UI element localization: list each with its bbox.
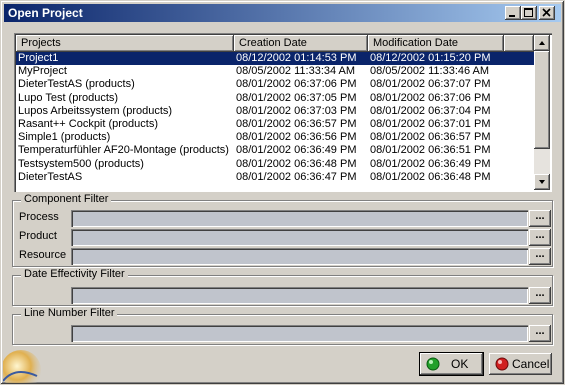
ok-label: OK (451, 357, 469, 371)
column-header-empty (504, 35, 534, 52)
table-row[interactable]: DieterTestAS (products) 08/01/2002 06:37:… (16, 78, 534, 91)
modification-date-cell: 08/05/2002 11:33:46 AM (370, 65, 490, 78)
line-number-field[interactable] (71, 325, 528, 342)
column-header-projects[interactable]: Projects (16, 35, 234, 52)
table-row[interactable]: Testsystem500 (products) 08/01/2002 06:36… (16, 158, 534, 171)
red-dot-icon (495, 357, 509, 371)
process-field[interactable] (71, 210, 528, 227)
line-number-browse-button[interactable]: ... (529, 325, 551, 342)
window-title: Open Project (8, 6, 83, 20)
cancel-button[interactable]: Cancel (489, 353, 552, 375)
close-icon (542, 8, 551, 17)
catia-logo-icon (3, 350, 41, 383)
project-name-cell: Rasant++ Cockpit (products) (18, 117, 159, 130)
maximize-button[interactable] (521, 6, 537, 20)
creation-date-cell: 08/01/2002 06:37:03 PM (236, 104, 357, 117)
resource-browse-button[interactable]: ... (529, 248, 551, 265)
product-label: Product (19, 230, 57, 242)
minimize-button[interactable] (505, 6, 521, 20)
process-browse-button[interactable]: ... (529, 210, 551, 227)
project-name-cell: DieterTestAS (products) (18, 78, 135, 91)
process-label: Process (19, 211, 59, 223)
table-row[interactable]: DieterTestAS 08/01/2002 06:36:47 PM 08/01/… (16, 171, 534, 184)
table-row[interactable]: Simple1 (products) 08/01/2002 06:36:56 PM… (16, 131, 534, 144)
modification-date-cell: 08/01/2002 06:36:57 PM (370, 131, 491, 144)
creation-date-cell: 08/01/2002 06:36:48 PM (236, 157, 357, 170)
arrow-up-icon (539, 41, 545, 45)
creation-date-cell: 08/01/2002 06:37:06 PM (236, 78, 357, 91)
project-name-cell: Testsystem500 (products) (18, 157, 144, 170)
scroll-thumb[interactable] (534, 51, 550, 149)
product-field[interactable] (71, 229, 528, 246)
line-number-filter-group: Line Number Filter ... (12, 307, 553, 345)
creation-date-cell: 08/01/2002 06:36:57 PM (236, 117, 357, 130)
creation-date-cell: 08/05/2002 11:33:34 AM (236, 65, 356, 78)
modification-date-cell: 08/01/2002 06:37:06 PM (370, 91, 491, 104)
close-button[interactable] (539, 6, 555, 20)
arrow-down-icon (539, 180, 545, 184)
table-row[interactable]: Lupos Arbeitssystem (products) 08/01/2002… (16, 105, 534, 118)
product-browse-button[interactable]: ... (529, 229, 551, 246)
project-name-cell: Simple1 (products) (18, 131, 111, 144)
table-row[interactable]: Temperaturfühler AF20-Montage (products)… (16, 144, 534, 157)
creation-date-cell: 08/12/2002 01:14:53 PM (236, 52, 357, 64)
creation-date-cell: 08/01/2002 06:36:56 PM (236, 131, 357, 144)
resource-label: Resource (19, 249, 67, 261)
resource-field[interactable] (71, 248, 528, 265)
creation-date-cell: 08/01/2002 06:36:47 PM (236, 170, 357, 183)
ok-button[interactable]: OK (419, 352, 484, 376)
date-effectivity-filter-group: Date Effectivity Filter ... (12, 268, 553, 306)
list-scrollbar[interactable] (534, 35, 550, 190)
title-bar[interactable]: Open Project (4, 4, 561, 22)
open-project-dialog: Open Project Projects Creation Date Modi… (0, 0, 565, 385)
project-name-cell: Temperaturfühler AF20-Montage (products) (18, 144, 229, 157)
project-name-cell: Lupos Arbeitssystem (products) (18, 104, 173, 117)
project-name-cell: DieterTestAS (18, 170, 83, 183)
maximize-icon (524, 8, 533, 17)
modification-date-cell: 08/01/2002 06:36:48 PM (370, 170, 491, 183)
scroll-up-button[interactable] (534, 35, 550, 51)
table-row[interactable]: Rasant++ Cockpit (products) 08/01/2002 06… (16, 118, 534, 131)
table-row[interactable]: Project1 08/12/2002 01:14:53 PM 08/12/2002… (16, 52, 534, 66)
modification-date-cell: 08/01/2002 06:36:49 PM (370, 157, 491, 170)
creation-date-cell: 08/01/2002 06:36:49 PM (236, 144, 357, 157)
modification-date-cell: 08/01/2002 06:36:51 PM (370, 144, 491, 157)
project-name-cell: Lupo Test (products) (18, 91, 119, 104)
column-header-modification-date[interactable]: Modification Date (368, 35, 504, 52)
date-effectivity-filter-legend: Date Effectivity Filter (21, 268, 128, 280)
scroll-down-button[interactable] (534, 174, 550, 190)
line-number-filter-legend: Line Number Filter (21, 307, 118, 319)
modification-date-cell: 08/01/2002 06:37:07 PM (370, 78, 491, 91)
minimize-icon (509, 15, 515, 17)
modification-date-cell: 08/01/2002 06:37:04 PM (370, 104, 491, 117)
project-name-cell: MyProject (18, 65, 67, 78)
column-header-creation-date[interactable]: Creation Date (234, 35, 368, 52)
table-row[interactable]: Lupo Test (products) 08/01/2002 06:37:05 … (16, 92, 534, 105)
date-effectivity-field[interactable] (71, 287, 528, 304)
cancel-label: Cancel (512, 357, 550, 371)
green-dot-icon (426, 357, 440, 371)
table-row[interactable]: MyProject 08/05/2002 11:33:34 AM 08/05/200… (16, 65, 534, 78)
creation-date-cell: 08/01/2002 06:37:05 PM (236, 91, 357, 104)
project-name-cell: Project1 (18, 52, 59, 64)
project-list[interactable]: Projects Creation Date Modification Date… (14, 33, 552, 192)
modification-date-cell: 08/12/2002 01:15:20 PM (370, 52, 491, 64)
component-filter-group: Component Filter Process ... Product ...… (12, 193, 553, 267)
modification-date-cell: 08/01/2002 06:37:01 PM (370, 117, 491, 130)
date-effectivity-browse-button[interactable]: ... (529, 287, 551, 304)
component-filter-legend: Component Filter (21, 193, 112, 205)
list-header: Projects Creation Date Modification Date (16, 35, 534, 52)
list-body: Project1 08/12/2002 01:14:53 PM 08/12/2002… (16, 52, 534, 190)
